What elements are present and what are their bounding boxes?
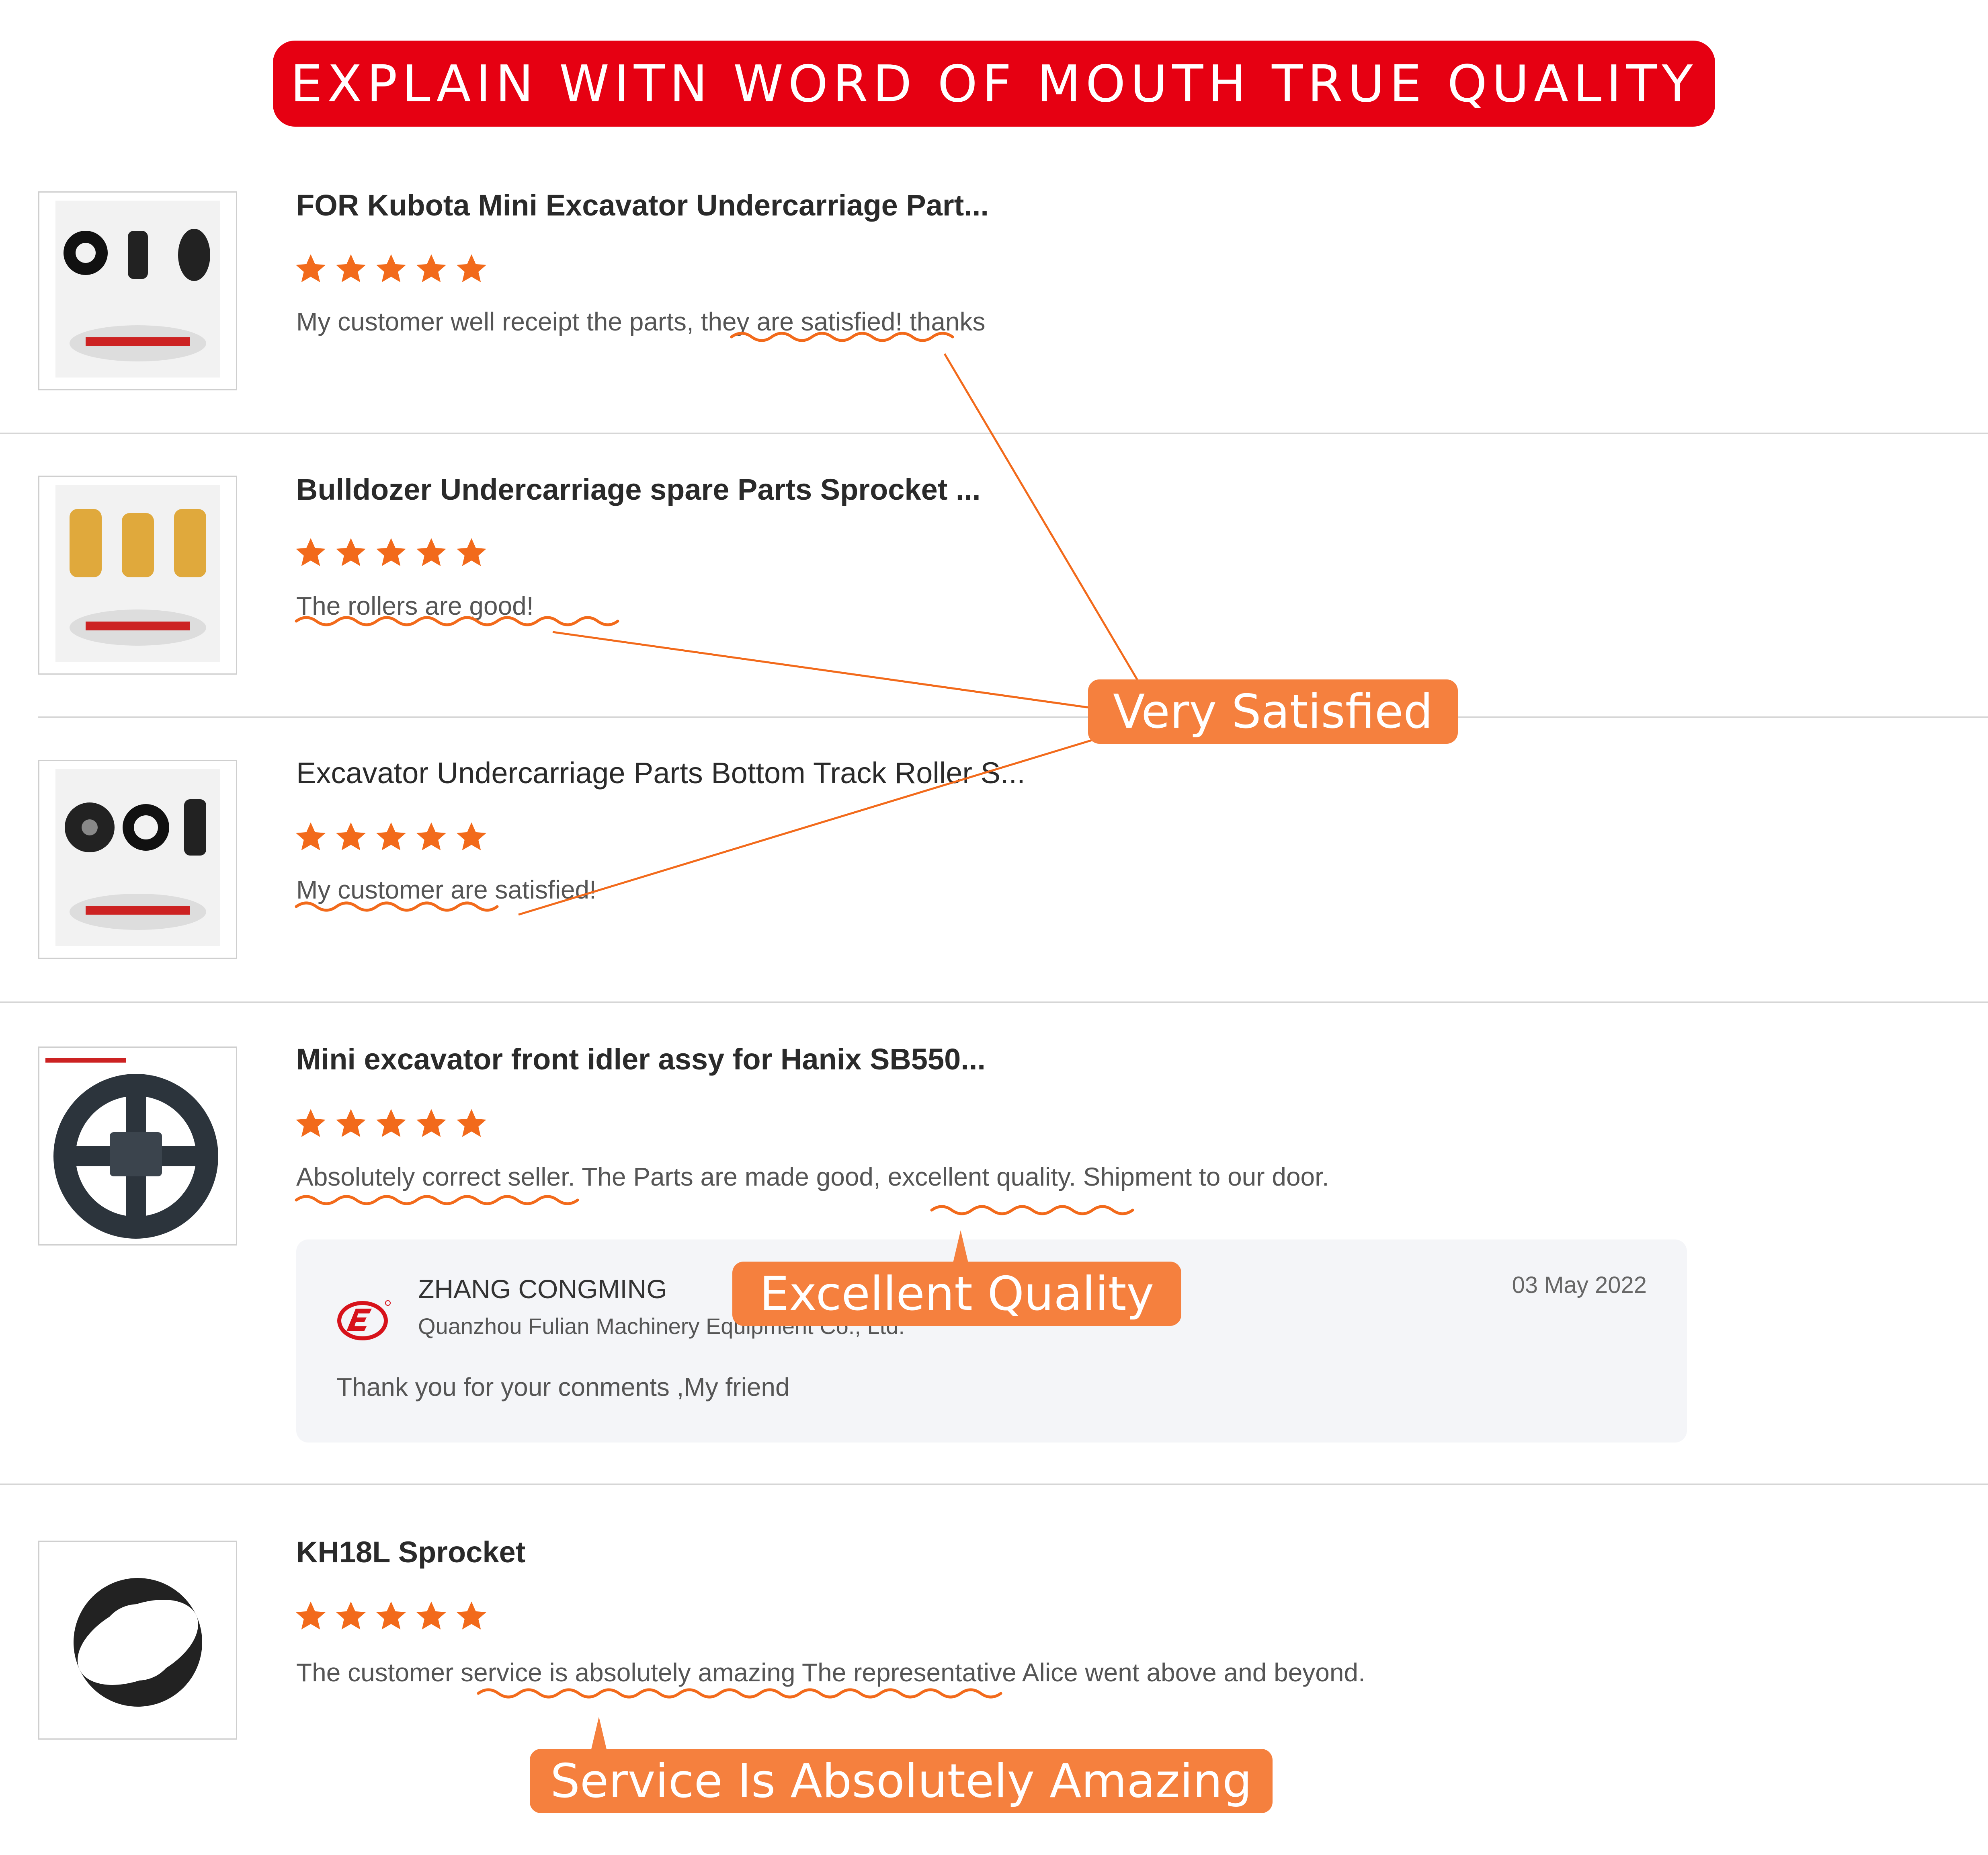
wavy-underline	[295, 616, 619, 626]
pointer-line	[943, 353, 1141, 684]
wavy-underline	[930, 1205, 1134, 1215]
pointer-line	[518, 739, 1094, 916]
wavy-underline	[477, 1688, 1002, 1699]
callout-service: Service Is Absolutely Amazing	[530, 1749, 1273, 1813]
callout-pointer	[953, 1230, 969, 1264]
wavy-underline	[730, 332, 954, 342]
annotation-overlay	[295, 332, 1141, 1751]
pointer-line	[552, 631, 1090, 709]
wavy-underline	[295, 901, 499, 912]
callout-very-satisfied: Very Satisfied	[1088, 679, 1458, 744]
callout-pointer	[591, 1717, 607, 1751]
callout-excellent-quality: Excellent Quality	[732, 1262, 1181, 1326]
wavy-underline	[295, 1195, 579, 1205]
